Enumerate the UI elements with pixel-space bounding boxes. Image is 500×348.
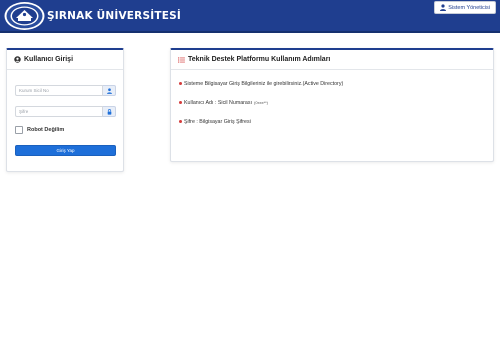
login-panel-header: Kullanıcı Girişi — [7, 50, 123, 70]
system-admin-button[interactable]: Sistem Yöneticisi — [434, 1, 496, 14]
login-panel-title: Kullanıcı Girişi — [24, 56, 74, 63]
captcha-checkbox[interactable] — [15, 126, 23, 134]
login-panel: Kullanıcı Girişi Robot Değilim Giriş Yap — [6, 48, 124, 172]
instructions-list: Sisteme Bilgisayar Giriş Bilgileriniz il… — [179, 80, 343, 137]
password-field-group — [15, 106, 116, 117]
brand-title[interactable]: ŞIRNAK ÜNİVERSİTESİ — [47, 10, 181, 22]
list-item: Kullanıcı Adı : Sicil Numarası (0xxx**) — [179, 99, 343, 106]
list-item-text: Kullanıcı Adı : Sicil Numarası — [184, 99, 253, 106]
captcha-widget: Robot Değilim — [15, 126, 64, 134]
top-navbar: ŞIRNAK ÜNİVERSİTESİ Sistem Yöneticisi — [0, 0, 500, 33]
user-icon — [106, 87, 112, 94]
list-item-text: Şifre : Bilgisayar Giriş Şifresi — [184, 118, 251, 125]
list-icon — [178, 56, 185, 63]
list-item: Sisteme Bilgisayar Giriş Bilgileriniz il… — [179, 80, 343, 87]
bullet-icon — [179, 120, 182, 123]
captcha-label: Robot Değilim — [27, 127, 65, 133]
user-circle-icon — [14, 56, 21, 63]
bullet-icon — [179, 101, 182, 104]
info-panel: Teknik Destek Platformu Kullanım Adımlar… — [170, 48, 494, 162]
info-panel-title: Teknik Destek Platformu Kullanım Adımlar… — [188, 56, 331, 63]
list-item-text: Sisteme Bilgisayar Giriş Bilgileriniz il… — [184, 80, 344, 87]
login-button[interactable]: Giriş Yap — [15, 145, 116, 156]
list-item-hint: (0xxx**) — [254, 100, 269, 105]
system-admin-label: Sistem Yöneticisi — [448, 4, 490, 11]
password-addon — [103, 106, 116, 117]
password-input[interactable] — [15, 106, 103, 117]
username-field-group — [15, 85, 116, 96]
list-item: Şifre : Bilgisayar Giriş Şifresi — [179, 118, 343, 125]
username-addon — [103, 85, 116, 96]
university-seal-logo[interactable] — [3, 1, 46, 31]
username-input[interactable] — [15, 85, 103, 96]
lock-icon — [107, 108, 111, 115]
user-icon — [440, 4, 447, 11]
bullet-icon — [179, 82, 182, 85]
info-panel-header: Teknik Destek Platformu Kullanım Adımlar… — [171, 50, 493, 70]
